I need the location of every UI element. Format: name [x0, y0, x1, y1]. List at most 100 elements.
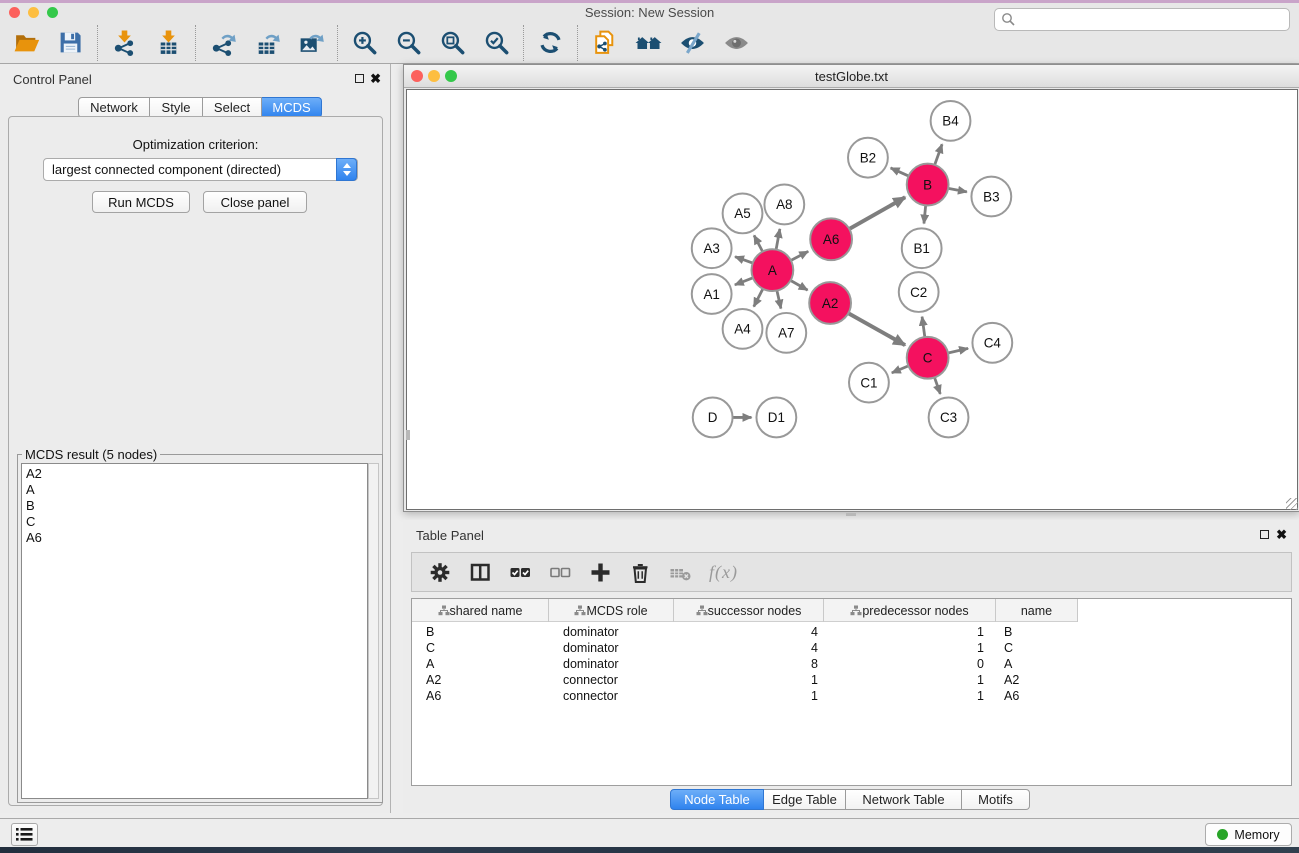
select-stepper-icon[interactable] [336, 158, 357, 181]
node-D1[interactable]: D1 [756, 398, 796, 438]
cell-shared_name: B [412, 624, 549, 640]
horizontal-scroll-nub[interactable] [846, 513, 856, 516]
network-graph[interactable]: B4 B2 B B3 B1 A5 A8A6 A3 A A1A4A7A2 C2 C4 C C1 C3 D D1 [407, 90, 1297, 509]
node-B1[interactable]: B1 [902, 228, 942, 268]
column-header-predecessor-nodes[interactable]: predecessor nodes [824, 599, 996, 622]
zoom-in-icon[interactable] [351, 29, 378, 56]
open-file-icon[interactable] [13, 29, 40, 56]
sort-hierarchy-icon[interactable] [574, 605, 586, 616]
result-item[interactable]: A [26, 482, 367, 498]
cell-mcds_role: dominator [549, 624, 674, 640]
sort-hierarchy-icon[interactable] [438, 605, 450, 616]
import-network-icon[interactable] [111, 29, 138, 56]
node-A4[interactable]: A4 [723, 309, 763, 349]
desktop-wallpaper [0, 847, 1299, 853]
node-C[interactable]: C [907, 337, 949, 379]
result-item[interactable]: C [26, 514, 367, 530]
refresh-layout-icon[interactable] [537, 29, 564, 56]
node-C4[interactable]: C4 [972, 323, 1012, 363]
node-A2[interactable]: A2 [809, 282, 851, 324]
node-A5[interactable]: A5 [723, 194, 763, 234]
sort-hierarchy-icon[interactable] [850, 605, 862, 616]
task-history-button[interactable] [11, 823, 38, 846]
node-C2[interactable]: C2 [899, 272, 939, 312]
float-panel-icon[interactable] [355, 74, 364, 83]
duplicate-network-icon[interactable] [591, 29, 618, 56]
result-scrollbar[interactable] [368, 463, 379, 799]
close-panel-icon[interactable]: ✖ [370, 71, 381, 87]
network-canvas[interactable]: B4 B2 B B3 B1 A5 A8A6 A3 A A1A4A7A2 C2 C4 C C1 C3 D D1 [406, 89, 1298, 510]
split-view-icon[interactable] [469, 561, 492, 584]
zoom-fit-icon[interactable] [439, 29, 466, 56]
node-A3[interactable]: A3 [692, 228, 732, 268]
delete-table-icon[interactable] [669, 561, 692, 584]
cell-successor: 4 [674, 640, 824, 656]
home-view-icon[interactable] [635, 29, 662, 56]
node-A1[interactable]: A1 [692, 274, 732, 314]
export-image-icon[interactable] [297, 29, 324, 56]
node-C1[interactable]: C1 [849, 363, 889, 403]
tab-mcds[interactable]: MCDS [262, 97, 322, 118]
tab-network-table[interactable]: Network Table [846, 789, 962, 810]
node-A7[interactable]: A7 [766, 313, 806, 353]
tab-style[interactable]: Style [150, 97, 203, 118]
delete-column-icon[interactable] [629, 561, 652, 584]
tab-motifs[interactable]: Motifs [962, 789, 1030, 810]
tab-node-table[interactable]: Node Table [670, 789, 764, 810]
save-session-icon[interactable] [57, 29, 84, 56]
close-panel-button[interactable]: Close panel [203, 191, 307, 213]
import-table-icon[interactable] [155, 29, 182, 56]
list-icon [16, 827, 33, 842]
vertical-scroll-nub[interactable] [406, 430, 410, 440]
column-header-successor-nodes[interactable]: successor nodes [674, 599, 824, 622]
tab-edge-table[interactable]: Edge Table [764, 789, 846, 810]
tab-select[interactable]: Select [203, 97, 262, 118]
mcds-result-list[interactable]: A2ABCA6 [21, 463, 368, 799]
svg-text:A5: A5 [734, 206, 750, 221]
node-table[interactable]: shared nameMCDS rolesuccessor nodesprede… [411, 598, 1292, 786]
export-network-icon[interactable] [209, 29, 236, 56]
node-B4[interactable]: B4 [931, 101, 971, 141]
resize-grip[interactable] [1286, 498, 1298, 510]
column-header-MCDS-role[interactable]: MCDS role [549, 599, 674, 622]
table-row-A6[interactable]: A6connector11A6 [412, 688, 1078, 704]
table-row-B[interactable]: Bdominator41B [412, 624, 1078, 640]
node-B[interactable]: B [907, 164, 949, 206]
criterion-select[interactable]: largest connected component (directed) [43, 158, 358, 181]
column-header-shared-name[interactable]: shared name [412, 599, 549, 622]
memory-button[interactable]: Memory [1205, 823, 1292, 846]
show-panel-icon[interactable] [723, 29, 750, 56]
search-box [994, 8, 1290, 31]
select-all-icon[interactable] [509, 561, 532, 584]
deselect-all-icon[interactable] [549, 561, 572, 584]
tab-network[interactable]: Network [78, 97, 150, 118]
node-A6[interactable]: A6 [810, 218, 852, 260]
table-row-C[interactable]: Cdominator41C [412, 640, 1078, 656]
node-A[interactable]: A [751, 249, 793, 291]
control-panel-tabs: NetworkStyleSelectMCDS [78, 97, 322, 118]
float-table-panel-icon[interactable] [1260, 530, 1269, 539]
node-A8[interactable]: A8 [764, 185, 804, 225]
result-item[interactable]: B [26, 498, 367, 514]
table-row-A[interactable]: Adominator80A [412, 656, 1078, 672]
zoom-selected-icon[interactable] [483, 29, 510, 56]
node-B3[interactable]: B3 [971, 177, 1011, 217]
table-row-A2[interactable]: A2connector11A2 [412, 672, 1078, 688]
close-table-panel-icon[interactable]: ✖ [1276, 527, 1287, 543]
sort-hierarchy-icon[interactable] [696, 605, 708, 616]
node-D[interactable]: D [693, 398, 733, 438]
export-table-icon[interactable] [253, 29, 280, 56]
result-item[interactable]: A6 [26, 530, 367, 546]
network-window-titlebar[interactable]: testGlobe.txt [404, 65, 1299, 88]
run-mcds-button[interactable]: Run MCDS [92, 191, 190, 213]
node-C3[interactable]: C3 [929, 398, 969, 438]
search-input[interactable] [994, 8, 1290, 31]
settings-icon[interactable] [429, 561, 452, 584]
column-label: name [1021, 604, 1052, 618]
result-item[interactable]: A2 [26, 466, 367, 482]
hide-panel-icon[interactable] [679, 29, 706, 56]
column-header-name[interactable]: name [996, 599, 1078, 622]
add-column-icon[interactable] [589, 561, 612, 584]
zoom-out-icon[interactable] [395, 29, 422, 56]
node-B2[interactable]: B2 [848, 138, 888, 178]
